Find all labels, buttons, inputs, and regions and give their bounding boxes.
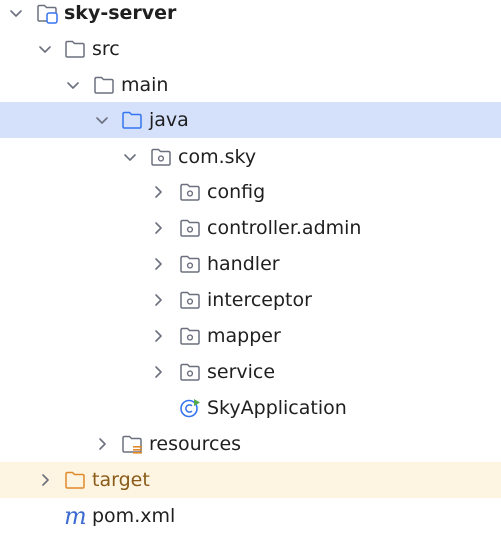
tree-label: controller.admin [207,217,362,239]
chevron-down-icon[interactable] [65,77,81,93]
chevron-right-icon[interactable] [150,220,166,236]
resources-folder-icon [122,435,142,454]
source-root-folder-icon [122,111,142,129]
tree-label: sky-server [64,2,177,24]
chevron-down-icon[interactable] [122,149,138,165]
tree-label: com.sky [178,146,257,168]
folder-icon [94,76,114,94]
tree-label: mapper [207,325,281,347]
tree-row-package[interactable]: interceptor [0,282,501,318]
tree-label: service [207,361,276,383]
chevron-right-icon[interactable] [150,256,166,272]
tree-label: main [121,74,169,96]
tree-label: SkyApplication [207,397,347,419]
tree-row-package[interactable]: config [0,174,501,210]
excluded-folder-icon [65,471,85,489]
chevron-right-icon[interactable] [150,328,166,344]
tree-row-java[interactable]: java [0,102,501,138]
chevron-right-icon[interactable] [150,184,166,200]
package-icon [180,327,200,345]
tree-row-package[interactable]: mapper [0,318,501,354]
tree-label: interceptor [207,289,312,311]
tree-row-sky-server[interactable]: sky-server [0,0,501,31]
tree-row-target[interactable]: target [0,462,501,498]
tree-label: config [207,181,266,203]
package-icon [180,255,200,273]
tree-label: pom.xml [92,505,176,527]
chevron-down-icon[interactable] [37,41,53,57]
tree-row-resources[interactable]: resources [0,426,501,462]
chevron-down-icon[interactable] [8,5,24,21]
tree-row-package[interactable]: handler [0,246,501,282]
tree-row-com-sky[interactable]: com.sky [0,139,501,175]
tree-row-main[interactable]: main [0,67,501,103]
folder-icon [65,40,85,58]
tree-row-package[interactable]: service [0,354,501,390]
project-tree: sky-server src main java com.sky config … [0,0,501,538]
tree-label: target [92,469,150,491]
package-icon [180,363,200,381]
tree-label: java [149,109,189,131]
tree-label: src [92,38,120,60]
tree-label: handler [207,253,280,275]
tree-row-package[interactable]: controller.admin [0,210,501,246]
package-icon [180,183,200,201]
chevron-right-icon[interactable] [150,292,166,308]
tree-label: resources [149,433,242,455]
maven-icon: m [64,502,87,530]
chevron-right-icon[interactable] [94,436,110,452]
tree-row-sky-application[interactable]: SkyApplication [0,390,501,426]
chevron-right-icon[interactable] [37,472,53,488]
chevron-down-icon[interactable] [94,112,110,128]
tree-row-src[interactable]: src [0,31,501,67]
module-folder-icon [37,4,58,24]
tree-row-pom[interactable]: m pom.xml [0,498,501,534]
package-icon [180,219,200,237]
spring-boot-class-icon [180,399,200,418]
package-icon [151,148,171,166]
chevron-right-icon[interactable] [150,364,166,380]
package-icon [180,291,200,309]
